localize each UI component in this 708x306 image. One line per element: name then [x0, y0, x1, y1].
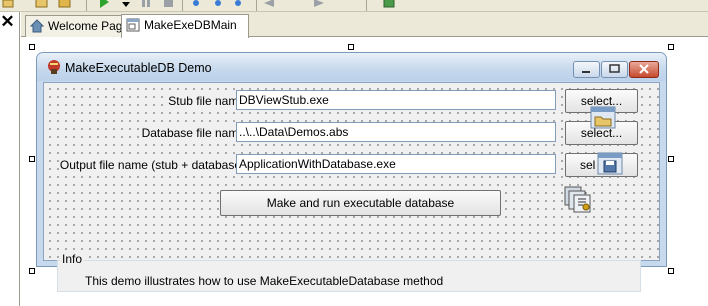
step-into-icon[interactable]	[212, 0, 224, 10]
selection-handle[interactable]	[668, 156, 674, 162]
maximize-button[interactable]	[601, 61, 628, 78]
dropdown-arrow-icon[interactable]	[122, 0, 130, 10]
forward-icon[interactable]	[312, 0, 326, 10]
left-dock-panel	[0, 12, 20, 306]
form-icon	[126, 18, 140, 32]
info-text: This demo illustrates how to use MakeExe…	[84, 274, 445, 288]
database-file-input[interactable]: ..\..\Data\Demos.abs	[236, 122, 556, 142]
selection-handle[interactable]	[29, 156, 35, 162]
make-and-run-button[interactable]: Make and run executable database	[220, 190, 501, 216]
selection-handle[interactable]	[29, 44, 35, 50]
editor-tab-strip: Welcome Page MakeExeDBMain	[21, 12, 708, 38]
tab-makeexedbmain[interactable]: MakeExeDBMain	[121, 14, 249, 38]
open-dialog-icon	[590, 106, 616, 133]
save-dialog-icon	[597, 152, 623, 179]
minimize-button[interactable]	[573, 61, 600, 78]
stub-file-input[interactable]: DBViewStub.exe	[236, 90, 556, 110]
components-icon[interactable]	[382, 0, 396, 10]
app-icon	[46, 59, 62, 78]
selection-handle[interactable]	[29, 268, 35, 274]
form-window: MakeExecutableDB Demo Stub file name DBV…	[36, 52, 667, 292]
output-file-input[interactable]: ApplicationWithDatabase.exe	[236, 154, 556, 174]
database-file-label: Database file name	[140, 126, 246, 140]
stub-file-label: Stub file name	[167, 94, 246, 108]
open-icon[interactable]	[2, 0, 14, 10]
tab-label: MakeExeDBMain	[144, 18, 237, 32]
step-icon[interactable]	[190, 0, 202, 10]
selection-handle[interactable]	[668, 44, 674, 50]
close-button[interactable]	[629, 61, 659, 78]
back-icon[interactable]	[262, 0, 276, 10]
selection-handle[interactable]	[348, 44, 354, 50]
home-icon	[29, 19, 45, 33]
stop-icon[interactable]	[162, 0, 174, 10]
database-component-icon	[564, 184, 594, 217]
form-title-bar[interactable]: MakeExecutableDB Demo	[37, 53, 666, 81]
output-file-label: Output file name (stub + database)	[58, 158, 246, 172]
step-over-icon[interactable]	[232, 0, 244, 10]
run-icon[interactable]	[98, 0, 110, 10]
form-title: MakeExecutableDB Demo	[65, 61, 212, 75]
ide-toolbar	[0, 0, 708, 12]
selection-handle[interactable]	[668, 268, 674, 274]
save-icon[interactable]	[35, 0, 49, 10]
pause-icon[interactable]	[140, 0, 152, 10]
tab-label: Welcome Page	[48, 19, 130, 33]
close-icon[interactable]: ✕	[0, 13, 15, 31]
save-icon[interactable]	[58, 0, 72, 10]
form-client-area: Stub file name DBViewStub.exe select... …	[43, 82, 660, 292]
info-caption: Info	[60, 252, 85, 266]
